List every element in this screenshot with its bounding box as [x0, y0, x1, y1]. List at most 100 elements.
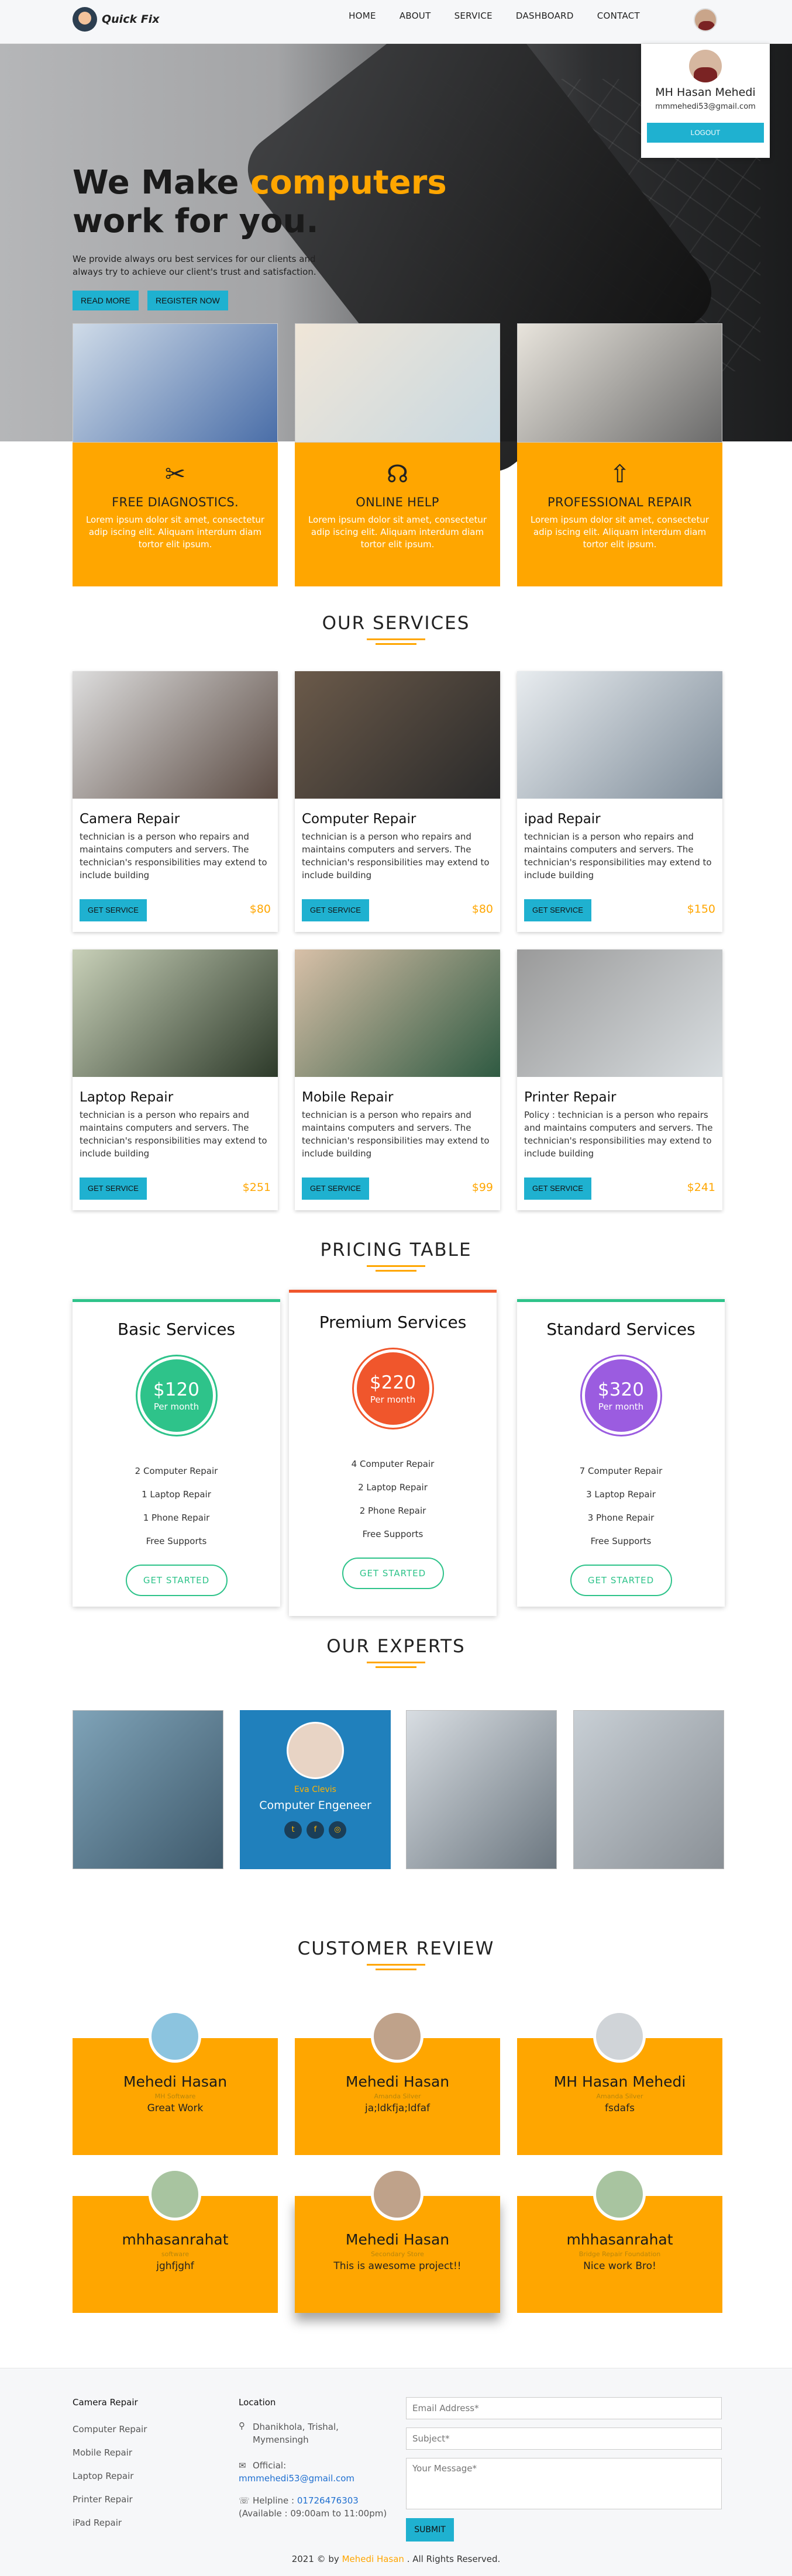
- review-card: Mehedi Hasan Secondary Store This is awe…: [295, 2168, 500, 2313]
- plan-feature: 2 Phone Repair: [359, 1505, 426, 1516]
- review-card: Mehedi Hasan MH Software Great Work: [73, 2010, 278, 2155]
- profile-dropdown: MH Hasan Mehedi mmmehedi53@gmail.com LOG…: [641, 44, 770, 158]
- reviewer-name: Mehedi Hasan: [123, 2073, 228, 2090]
- footer-location-heading: Location: [239, 2397, 276, 2408]
- hero-title: We Make computers work for you.: [73, 164, 447, 240]
- footer-helpline-number[interactable]: 01726476303: [297, 2495, 359, 2506]
- nav-about[interactable]: ABOUT: [400, 11, 431, 21]
- price-circle: $120 Per month: [137, 1356, 216, 1435]
- plan-name: Basic Services: [117, 1320, 236, 1339]
- expert-photo[interactable]: [406, 1710, 557, 1869]
- page: Quick Fix HOME ABOUT SERVICE DASHBOARD C…: [0, 0, 792, 2576]
- feature-card: ⇧ PROFESSIONAL REPAIR Lorem ipsum dolor …: [517, 323, 722, 586]
- nav-dashboard[interactable]: DASHBOARD: [516, 11, 574, 21]
- service-card: Camera Repair technician is a person who…: [73, 671, 278, 932]
- read-more-button[interactable]: READ MORE: [73, 291, 139, 310]
- plan-feature: Free Supports: [590, 1536, 652, 1546]
- twitter-icon[interactable]: t: [284, 1821, 302, 1839]
- profile-avatar: [689, 50, 722, 82]
- feature-title: FREE DIAGNOSTICS.: [112, 495, 239, 509]
- get-service-button[interactable]: GET SERVICE: [80, 899, 147, 921]
- title-underline: [376, 1666, 416, 1668]
- footer-link[interactable]: Laptop Repair: [73, 2471, 133, 2481]
- service-price: $99: [471, 1181, 493, 1194]
- plan-feature: Free Supports: [362, 1529, 423, 1539]
- expert-photo[interactable]: [73, 1710, 223, 1869]
- pricing-card-basic: Basic Services $120 Per month 2 Computer…: [73, 1299, 280, 1607]
- get-service-button[interactable]: GET SERVICE: [524, 1177, 591, 1200]
- reviewer-name: MH Hasan Mehedi: [553, 2073, 686, 2090]
- reviewer-company: Amanda Silver: [596, 2092, 643, 2100]
- nav-home[interactable]: HOME: [349, 11, 376, 21]
- plan-period: Per month: [153, 1401, 199, 1412]
- get-service-button[interactable]: GET SERVICE: [302, 1177, 369, 1200]
- brand-name: Quick Fix: [102, 13, 160, 26]
- feature-text: Lorem ipsum dolor sit amet, consectetur …: [85, 514, 265, 550]
- get-service-button[interactable]: GET SERVICE: [524, 899, 591, 921]
- service-title: ipad Repair: [524, 812, 601, 827]
- title-underline: [376, 1969, 416, 1970]
- footer-link[interactable]: Mobile Repair: [73, 2447, 132, 2458]
- service-title: Mobile Repair: [302, 1090, 394, 1105]
- review-card: mhhasanrahat Bridge Repair Foundation Ni…: [517, 2168, 722, 2313]
- feature-title: ONLINE HELP: [356, 495, 439, 509]
- feature-card: ✂ FREE DIAGNOSTICS. Lorem ipsum dolor si…: [73, 323, 278, 586]
- service-card: Laptop Repair technician is a person who…: [73, 949, 278, 1210]
- get-service-button[interactable]: GET SERVICE: [302, 899, 369, 921]
- headset-icon: ☊: [386, 460, 409, 488]
- submit-button[interactable]: SUBMIT: [406, 2518, 454, 2542]
- plan-feature: 3 Phone Repair: [587, 1513, 655, 1523]
- service-card: Mobile Repair technician is a person who…: [295, 949, 500, 1210]
- main-menu: HOME ABOUT SERVICE DASHBOARD CONTACT: [349, 11, 640, 21]
- hero-text: We provide always oru best services for …: [73, 254, 316, 277]
- expert-card-featured[interactable]: Eva Clevis Computer Engeneer t f ◎: [240, 1710, 391, 1869]
- footer-services-heading: Camera Repair: [73, 2397, 138, 2408]
- copyright-author[interactable]: Mehedi Hasan: [342, 2554, 404, 2564]
- envelope-icon: ✉: [239, 2460, 246, 2471]
- service-text: technician is a person who repairs and m…: [80, 831, 267, 880]
- reviewer-avatar: [149, 2168, 201, 2221]
- subject-input[interactable]: [406, 2427, 722, 2450]
- get-service-button[interactable]: GET SERVICE: [80, 1177, 147, 1200]
- plan-feature: 2 Laptop Repair: [358, 1482, 428, 1493]
- reviewer-avatar: [149, 2010, 201, 2063]
- nav-service[interactable]: SERVICE: [454, 11, 493, 21]
- title-underline: [367, 638, 425, 640]
- service-image: [73, 949, 278, 1077]
- get-started-button[interactable]: GET STARTED: [125, 1565, 228, 1596]
- logout-button[interactable]: LOGOUT: [647, 123, 764, 143]
- plan-price: $320: [598, 1379, 644, 1400]
- plan-price: $220: [370, 1372, 416, 1393]
- reviewer-name: mhhasanrahat: [566, 2231, 673, 2248]
- get-started-button[interactable]: GET STARTED: [342, 1558, 444, 1589]
- brand-logo[interactable]: Quick Fix: [73, 7, 159, 32]
- instagram-icon[interactable]: ◎: [329, 1821, 346, 1839]
- nav-contact[interactable]: CONTACT: [597, 11, 640, 21]
- reviewer-name: Mehedi Hasan: [345, 2073, 450, 2090]
- footer-hours: (Available : 09:00am to 11:00pm): [239, 2508, 387, 2519]
- get-started-button[interactable]: GET STARTED: [570, 1565, 672, 1596]
- footer-link[interactable]: Computer Repair: [73, 2424, 147, 2435]
- feature-title: PROFESSIONAL REPAIR: [547, 495, 692, 509]
- service-title: Printer Repair: [524, 1090, 617, 1105]
- service-text: technician is a person who repairs and m…: [302, 831, 490, 880]
- expert-photo[interactable]: [573, 1710, 724, 1869]
- plan-name: Standard Services: [546, 1320, 695, 1339]
- service-title: Computer Repair: [302, 812, 416, 827]
- copyright: 2021 © by Mehedi Hasan . All Rights Rese…: [0, 2554, 792, 2564]
- message-textarea[interactable]: [406, 2458, 722, 2509]
- review-card: Mehedi Hasan Amanda Silver ja;ldkfja;ldf…: [295, 2010, 500, 2155]
- service-text: technician is a person who repairs and m…: [524, 831, 712, 880]
- footer-official-email[interactable]: mmmehedi53@gmail.com: [239, 2473, 354, 2484]
- service-price: $80: [471, 903, 493, 916]
- user-avatar[interactable]: [694, 8, 717, 32]
- register-now-button[interactable]: REGISTER NOW: [147, 291, 228, 310]
- facebook-icon[interactable]: f: [307, 1821, 324, 1839]
- footer-address: Dhanikhola, Trishal, Mymensingh: [253, 2422, 339, 2445]
- email-input[interactable]: [406, 2397, 722, 2419]
- footer-link[interactable]: Printer Repair: [73, 2494, 133, 2505]
- reviewer-avatar: [593, 2010, 646, 2063]
- footer-official-label: Official:: [253, 2460, 287, 2471]
- footer-link[interactable]: iPad Repair: [73, 2518, 122, 2528]
- service-text: technician is a person who repairs and m…: [80, 1110, 267, 1159]
